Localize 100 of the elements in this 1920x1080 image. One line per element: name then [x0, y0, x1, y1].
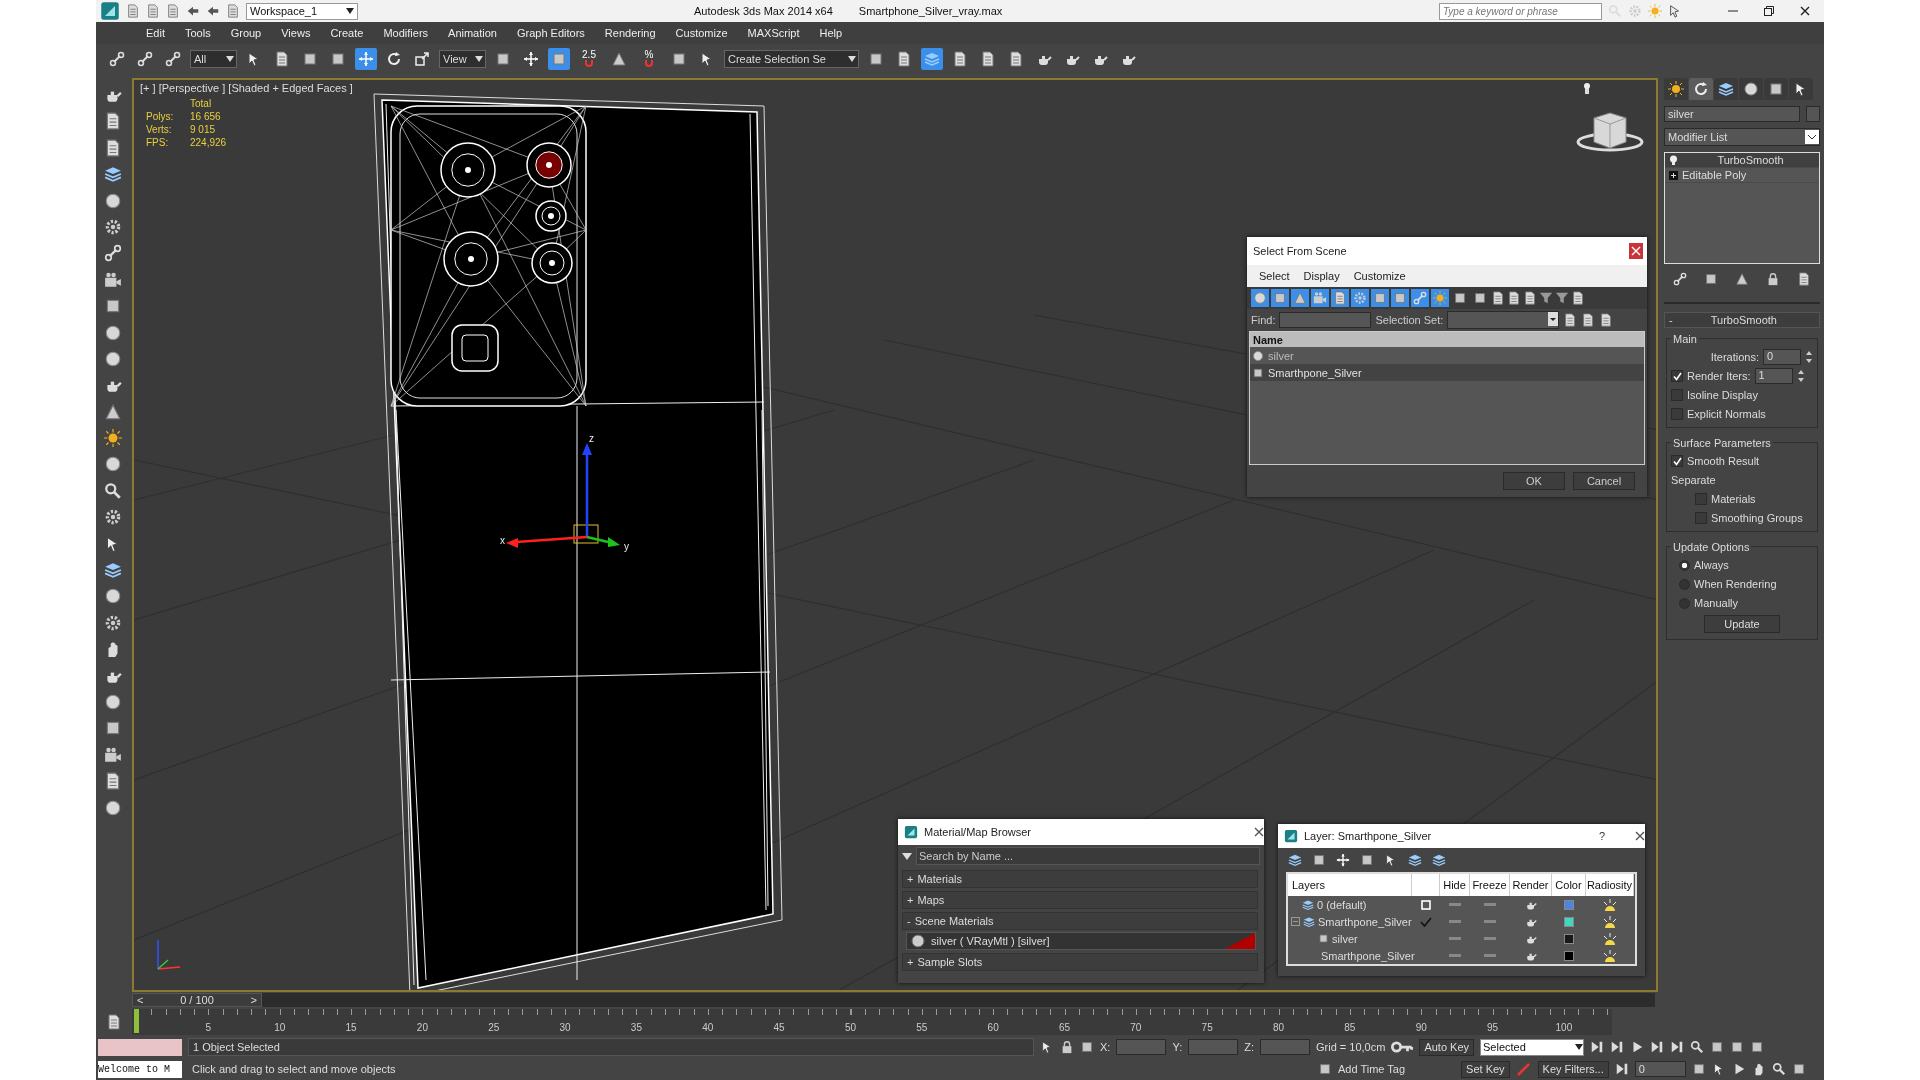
key-filters-button[interactable]: Key Filters...	[1537, 1060, 1609, 1078]
menu-item[interactable]: Select	[1259, 270, 1290, 282]
time-tag-label[interactable]: Add Time Tag	[1338, 1063, 1406, 1075]
zoom-icon[interactable]	[104, 481, 122, 500]
checkbox[interactable]	[1695, 512, 1707, 524]
layers-icon[interactable]	[104, 561, 122, 580]
modifier-list-dropdown[interactable]: Modifier List	[1664, 128, 1820, 146]
move-icon[interactable]	[1336, 853, 1350, 867]
lamp-icon[interactable]	[1603, 932, 1617, 945]
checkmark-icon[interactable]	[1420, 916, 1432, 927]
cursor-icon[interactable]	[1668, 4, 1682, 18]
menu-item[interactable]: Rendering	[594, 27, 666, 39]
skip-icon[interactable]	[1610, 1040, 1624, 1054]
column-header[interactable]: Render	[1510, 874, 1552, 896]
spinner-arrows-icon[interactable]	[1796, 369, 1805, 383]
material-item[interactable]: silver ( VRayMtl ) [silver]	[906, 932, 1256, 950]
column-header[interactable]: Color	[1552, 874, 1586, 896]
close-button[interactable]	[1629, 243, 1643, 259]
snap-toggle[interactable]: 2.5	[576, 48, 602, 70]
dropdown-arrow-icon[interactable]	[902, 852, 912, 860]
menu-item[interactable]: Animation	[438, 27, 507, 39]
menu-item[interactable]: Modifiers	[373, 27, 439, 39]
color-swatch[interactable]	[1564, 916, 1574, 927]
panel-tab[interactable]	[1664, 78, 1688, 100]
timeline-track[interactable]: 5 10 15 20 25 30 35 40 45 50 55 60 65 70 75 80 85 90 95 100	[132, 1009, 1612, 1035]
color-swatch[interactable]	[1564, 933, 1574, 944]
gear-icon[interactable]	[104, 613, 122, 632]
rollout-header[interactable]: - TurboSmooth	[1664, 312, 1820, 328]
document-icon[interactable]	[1491, 291, 1505, 305]
stack-item[interactable]: Editable Poly	[1665, 168, 1819, 183]
layers-icon[interactable]	[104, 165, 122, 184]
layers-icon[interactable]	[1288, 853, 1302, 867]
number-field[interactable]: 1	[1754, 368, 1793, 384]
sphere-icon[interactable]	[104, 349, 122, 368]
sun-icon[interactable]	[104, 429, 122, 448]
section-header[interactable]: + Materials	[902, 870, 1258, 888]
sphere-icon[interactable]	[104, 693, 122, 711]
checkbox[interactable]	[1671, 455, 1683, 467]
camera-icon[interactable]	[104, 270, 122, 289]
list-item[interactable]: silver	[1268, 349, 1294, 362]
skip-icon[interactable]	[1650, 1040, 1664, 1054]
search-field[interactable]: Search by Name ...	[916, 847, 1260, 865]
spinner-arrows-icon[interactable]	[1805, 350, 1813, 364]
workspace-dropdown[interactable]: Workspace_1	[246, 2, 358, 20]
dialog-button[interactable]: OK	[1503, 472, 1565, 490]
coordinate-field[interactable]	[1188, 1039, 1239, 1055]
cursor-icon[interactable]	[1040, 1040, 1054, 1054]
skip-icon[interactable]	[1590, 1040, 1604, 1054]
zoom-icon[interactable]	[1690, 1040, 1704, 1054]
layers-icon[interactable]	[1432, 853, 1446, 867]
menu-item[interactable]: Graph Editors	[506, 27, 595, 39]
column-header[interactable]: Layers	[1288, 874, 1412, 896]
box-icon[interactable]	[1691, 1062, 1706, 1076]
color-swatch[interactable]	[1564, 950, 1574, 961]
section-header[interactable]: - Scene Materials	[902, 912, 1258, 930]
section-header[interactable]: + Maps	[902, 891, 1258, 909]
menu-item[interactable]: MAXScript	[737, 27, 810, 39]
auto-key-button[interactable]: Auto Key	[1419, 1038, 1474, 1056]
document-icon[interactable]	[1563, 313, 1578, 327]
menu-item[interactable]: Customize	[1353, 270, 1406, 282]
coordinate-field[interactable]	[1116, 1039, 1167, 1055]
frame-field[interactable]: 0	[1634, 1061, 1686, 1077]
close-icon[interactable]	[1254, 827, 1264, 837]
menu-item[interactable]: Create	[320, 27, 374, 39]
time-slider-thumb[interactable]: < 0 / 100 >	[132, 993, 262, 1007]
menu-item[interactable]: Group	[220, 27, 272, 39]
lamp-icon[interactable]	[1603, 915, 1617, 928]
viewcube-drawing[interactable]	[1576, 112, 1644, 152]
sphere-icon[interactable]	[104, 323, 122, 342]
light-icon[interactable]	[1584, 83, 1590, 94]
document-icon[interactable]	[104, 112, 122, 131]
arrow-icon[interactable]	[206, 4, 220, 18]
list-item[interactable]: Smarthpone_Silver	[1268, 366, 1362, 379]
close-icon[interactable]	[1635, 831, 1645, 841]
cursor-icon[interactable]	[1384, 853, 1398, 867]
skip-icon[interactable]	[1670, 1040, 1684, 1054]
viewport-label[interactable]: [+ ] [Perspective ] [Shaded + Edged Faces ]	[140, 82, 353, 94]
checkbox[interactable]	[1671, 370, 1683, 382]
arrow-icon[interactable]	[186, 4, 200, 18]
layer-name[interactable]: Smarthpone_Silver	[1321, 949, 1415, 962]
coordinate-field[interactable]	[1260, 1039, 1310, 1055]
toolbar-dropdown[interactable]: View	[439, 50, 486, 68]
menu-item[interactable]: Edit	[136, 27, 175, 39]
number-field[interactable]: 0	[1763, 349, 1801, 365]
menu-item[interactable]: Tools	[174, 27, 221, 39]
gear-icon[interactable]	[104, 508, 122, 527]
sphere-icon[interactable]	[104, 587, 122, 606]
menu-item[interactable]: Customize	[665, 27, 738, 39]
panel-tab[interactable]	[1764, 78, 1788, 100]
column-header[interactable]: Freeze	[1470, 874, 1510, 896]
radio-button[interactable]	[1679, 597, 1690, 609]
skip-icon[interactable]	[1614, 1062, 1629, 1076]
script-listener[interactable]: Welcome to M	[98, 1060, 182, 1078]
cone-icon[interactable]	[1734, 272, 1749, 286]
layer-name[interactable]: Smarthpone_Silver	[1318, 915, 1412, 928]
square-icon[interactable]	[1421, 899, 1431, 910]
cursor-icon[interactable]	[1711, 1062, 1726, 1076]
box-icon[interactable]	[1730, 1040, 1744, 1054]
document-icon[interactable]	[1571, 291, 1585, 305]
gear-icon[interactable]	[104, 217, 122, 236]
